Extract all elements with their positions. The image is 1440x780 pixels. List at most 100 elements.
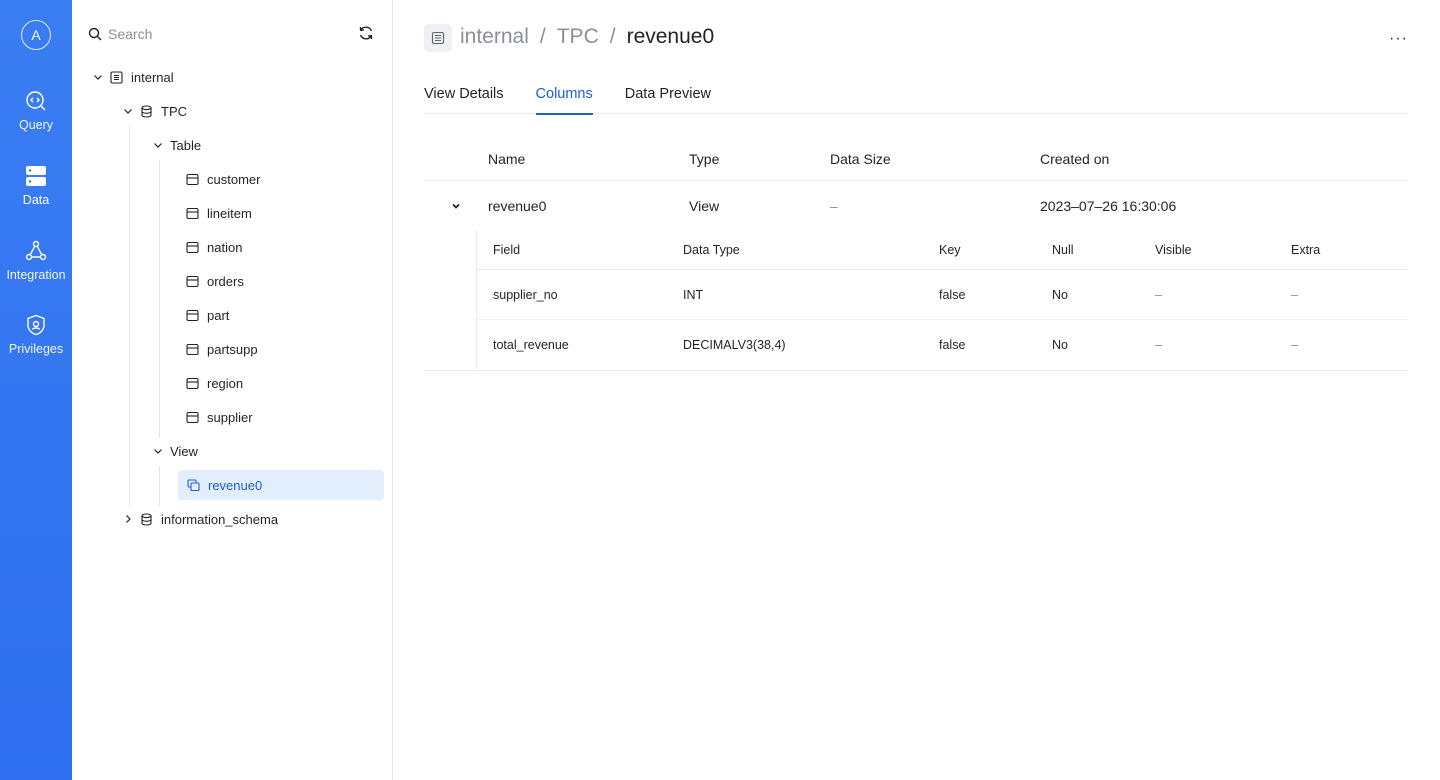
tree-node-table[interactable]: lineitem <box>186 198 252 228</box>
privileges-icon <box>27 314 45 336</box>
nav-privileges-label: Privileges <box>8 342 64 356</box>
cell-null: No <box>1052 287 1068 302</box>
breadcrumb-catalog[interactable]: internal <box>460 25 529 49</box>
data-icon <box>26 166 46 186</box>
breadcrumb: internal / TPC / revenue0 <box>460 25 714 49</box>
refresh-icon[interactable] <box>358 25 374 41</box>
nav-query[interactable]: Query <box>0 90 72 132</box>
tree-guide <box>129 126 130 506</box>
cell-visible: – <box>1155 338 1162 352</box>
nav-integration[interactable]: Integration <box>0 240 72 282</box>
nav-integration-label: Integration <box>6 268 66 282</box>
tree-node-label: part <box>207 307 230 323</box>
tree-node-view-selected[interactable]: revenue0 <box>178 470 384 500</box>
search-box[interactable] <box>88 22 378 46</box>
tree-node-table[interactable]: partsupp <box>186 334 258 364</box>
table-icon <box>186 343 199 355</box>
table-icon <box>186 377 199 389</box>
tree-node-label: information_schema <box>161 511 279 527</box>
tree-node-label: revenue0 <box>208 477 263 493</box>
cell-visible: – <box>1155 287 1162 302</box>
tree-node-label: nation <box>207 239 243 255</box>
integration-icon <box>25 240 47 261</box>
tree-node-catalog[interactable]: internal <box>92 62 174 92</box>
cell-data-type: DECIMALV3(38,4) <box>683 338 786 352</box>
nav-data[interactable]: Data <box>0 165 72 207</box>
tab-columns[interactable]: Columns <box>535 86 593 115</box>
tree-node-table[interactable]: orders <box>186 266 244 296</box>
chevron-down-icon <box>154 449 162 454</box>
tree-node-view-group[interactable]: View <box>152 436 198 466</box>
database-icon <box>141 512 152 526</box>
cell-null: No <box>1052 338 1068 352</box>
tree-node-label: internal <box>131 69 174 85</box>
tree-node-label: View <box>170 443 198 459</box>
tree-node-database[interactable]: information_schema <box>122 504 278 534</box>
tree-node-label: region <box>207 375 244 391</box>
view-document-icon <box>431 31 445 45</box>
more-actions-button[interactable]: ··· <box>1389 30 1408 48</box>
tree-node-label: Table <box>170 137 202 153</box>
cell-created-on: 2023–07–26 16:30:06 <box>1040 197 1177 214</box>
chevron-down-icon <box>124 109 132 114</box>
tree-node-label: TPC <box>161 103 187 119</box>
tree-node-label: customer <box>207 171 261 187</box>
table-icon <box>186 173 199 185</box>
query-icon <box>26 91 46 111</box>
breadcrumb-current: revenue0 <box>626 25 715 48</box>
tree-node-table[interactable]: nation <box>186 232 242 262</box>
cell-data-size: – <box>830 197 838 214</box>
tree-node-table[interactable]: supplier <box>186 402 253 432</box>
table-icon <box>186 309 199 321</box>
object-type-badge <box>424 24 452 52</box>
breadcrumb-separator: / <box>539 25 546 48</box>
tree-node-database[interactable]: TPC <box>122 96 187 126</box>
header-field: Field <box>493 242 521 257</box>
header-name: Name <box>488 151 526 167</box>
tree-guide <box>159 160 160 438</box>
view-icon <box>187 478 200 491</box>
breadcrumb-database[interactable]: TPC <box>557 25 599 49</box>
header-type: Type <box>689 151 720 167</box>
cell-field: supplier_no <box>493 287 558 302</box>
cell-extra: – <box>1291 287 1298 302</box>
tree-node-table[interactable]: part <box>186 300 229 330</box>
columns-subtable: Field Data Type Key Null Visible Extra s… <box>424 230 1408 371</box>
cell-key: false <box>939 338 966 352</box>
header-null: Null <box>1052 242 1074 257</box>
nav-privileges[interactable]: Privileges <box>0 314 72 356</box>
header-visible: Visible <box>1155 242 1192 257</box>
tab-bar: View Details Columns Data Preview <box>424 86 1408 115</box>
table-icon <box>186 411 199 423</box>
left-rail: A Query Data Integration Privileges <box>0 0 72 780</box>
search-input[interactable] <box>108 26 338 42</box>
cell-extra: – <box>1291 338 1298 352</box>
avatar[interactable]: A <box>21 20 51 50</box>
tree-node-table-group[interactable]: Table <box>152 130 201 160</box>
tree-node-label: lineitem <box>207 205 252 221</box>
expand-toggle[interactable] <box>424 200 488 212</box>
breadcrumb-separator: / <box>609 25 616 48</box>
table-row[interactable]: revenue0 View – 2023–07–26 16:30:06 <box>424 181 1408 230</box>
cell-field: total_revenue <box>493 338 569 352</box>
header-data-size: Data Size <box>830 151 891 167</box>
chevron-down-icon <box>452 203 460 209</box>
tree-node-table[interactable]: region <box>186 368 243 398</box>
nav-query-label: Query <box>18 118 54 132</box>
tree-node-label: supplier <box>207 409 253 425</box>
tree-node-label: orders <box>207 273 244 289</box>
table-icon <box>186 275 199 287</box>
cell-type: View <box>689 197 720 214</box>
tree-guide <box>159 466 160 506</box>
tree-node-label: partsupp <box>207 341 258 357</box>
cell-name: revenue0 <box>488 197 547 214</box>
database-tree-panel: internal TPC Table customer lineitem nat… <box>72 0 393 780</box>
tree-node-table[interactable]: customer <box>186 164 260 194</box>
search-icon <box>88 27 102 41</box>
database-icon <box>141 104 152 118</box>
cell-data-type: INT <box>683 287 704 302</box>
tab-data-preview[interactable]: Data Preview <box>625 86 711 114</box>
header-key: Key <box>939 242 961 257</box>
tab-view-details[interactable]: View Details <box>424 86 504 114</box>
table-icon <box>186 241 199 253</box>
